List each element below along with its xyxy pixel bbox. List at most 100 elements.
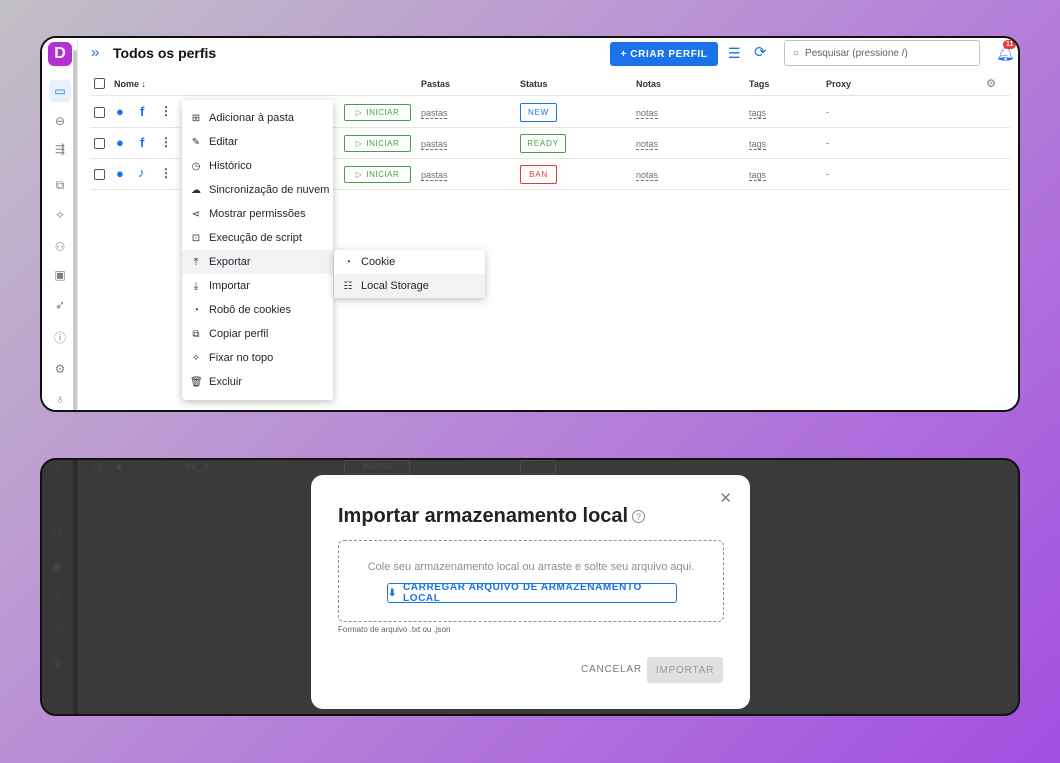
menu-item-cookie-robot[interactable]: ◔ Robô de cookies	[182, 298, 333, 322]
folder-add-icon: ⊞	[191, 112, 201, 124]
edit-icon: ✎	[191, 136, 201, 148]
proxy-cell: -	[826, 138, 829, 148]
expand-sidebar-icon[interactable]: »	[91, 44, 99, 61]
column-notes: Notas	[636, 79, 662, 89]
menu-item-script[interactable]: ⊡ Execução de script	[182, 226, 333, 250]
cookie-icon: ◔	[344, 256, 352, 268]
menu-item-import[interactable]: ⤓ Importar	[182, 274, 333, 298]
notification-badge: 11	[1003, 40, 1017, 49]
start-button[interactable]: ▷ INICIAR	[344, 104, 411, 121]
bulb-icon: ♁	[52, 686, 61, 698]
search-icon: ○	[793, 47, 800, 59]
tags-cell[interactable]: tags	[749, 170, 766, 180]
column-folders: Pastas	[421, 79, 451, 89]
import-icon: ⤓	[193, 280, 199, 292]
notes-cell[interactable]: notas	[636, 139, 658, 149]
start-button[interactable]: ▷ INICIAR	[344, 166, 411, 183]
upload-file-button[interactable]: ⬇ CARREGAR ARQUIVO DE ARMAZENAMENTO LOCA…	[387, 582, 677, 604]
facebook-icon: f	[140, 135, 145, 150]
row-checkbox[interactable]	[94, 169, 105, 180]
cloud-icon: ☁	[191, 184, 201, 196]
submenu-item-local-storage[interactable]: ☷ Local Storage	[334, 274, 485, 298]
sidebar: ✧ ✧ ⚇ ▣ ➶ ⓘ ⚙ ♁	[42, 460, 78, 714]
storage-icon: ☷	[343, 280, 353, 292]
apple-icon: ●	[116, 135, 124, 150]
row-menu-icon[interactable]: ⋮	[160, 135, 172, 149]
share-icon: ⋖	[191, 208, 201, 220]
profiles-window: D ▭ ⊖ ⇶ ⧉ ✧ ⚇ ▣ ➶ ⓘ ⚙ ♁ » Todos os perfi…	[40, 36, 1020, 412]
submenu-item-label: Local Storage	[361, 280, 429, 292]
refresh-icon[interactable]: ⟳	[754, 43, 767, 61]
column-proxy: Proxy	[826, 79, 852, 89]
tags-cell[interactable]: tags	[749, 139, 766, 149]
upload-icon: ⬇	[388, 587, 397, 599]
select-all-checkbox[interactable]	[94, 78, 105, 89]
trash-icon: 🗑︎	[190, 376, 203, 388]
upload-label: CARREGAR ARQUIVO DE ARMAZENAMENTO LOCAL	[402, 582, 642, 604]
search-input[interactable]: ○ Pesquisar (pressione /)	[784, 40, 980, 66]
menu-item-delete[interactable]: 🗑︎ Excluir	[182, 370, 333, 394]
drop-hint: Cole seu armazenamento local ou arraste …	[367, 561, 695, 573]
proxy-icon[interactable]: ⇶	[51, 140, 69, 158]
terminal-icon: ⊡	[191, 232, 201, 244]
export-icon: ⤒	[193, 256, 199, 268]
team-icon[interactable]: ⚇	[51, 238, 69, 256]
import-local-storage-dialog: ✕ Importar armazenamento local ? Cole se…	[311, 475, 750, 709]
status-badge[interactable]: NEW	[520, 103, 557, 122]
menu-item-pin[interactable]: ✧ Fixar no topo	[182, 346, 333, 370]
cancel-button[interactable]: CANCELAR	[581, 664, 642, 675]
extensions-icon[interactable]: ✧	[51, 206, 69, 224]
submenu-item-label: Cookie	[361, 256, 396, 268]
notes-cell[interactable]: notas	[636, 170, 658, 180]
status-badge[interactable]: BAN	[520, 165, 557, 184]
row-checkbox[interactable]	[94, 107, 105, 118]
tags-cell[interactable]: tags	[749, 108, 766, 118]
copy-icon[interactable]: ⧉	[51, 176, 69, 194]
bulb-icon[interactable]: ♁	[51, 390, 69, 408]
play-icon: ▷	[355, 139, 363, 148]
profiles-icon[interactable]: ▭	[49, 80, 71, 102]
settings-icon: ⚙	[52, 657, 62, 669]
help-icon[interactable]: ⓘ	[51, 328, 69, 346]
search-placeholder: Pesquisar (pressione /)	[805, 47, 908, 59]
api-icon[interactable]: ▣	[51, 266, 69, 284]
filter-icon[interactable]: ☰	[728, 45, 741, 62]
create-profile-button[interactable]: + CRIAR PERFIL	[610, 42, 718, 66]
dialog-title: Importar armazenamento local	[338, 505, 629, 527]
menu-item-copy-profile[interactable]: ⧉ Copiar perfil	[182, 322, 333, 346]
status-badge[interactable]: READY	[520, 134, 566, 153]
menu-item-cloud-sync[interactable]: ☁ Sincronização de nuvem	[182, 178, 333, 202]
row-checkbox[interactable]	[94, 138, 105, 149]
format-note: Formato de arquivo .txt ou .json	[338, 625, 451, 634]
folders-cell[interactable]: pastas	[421, 170, 448, 180]
topbar: » Todos os perfis + CRIAR PERFIL ☰ ⟳ ○ P…	[78, 38, 1018, 70]
context-menu: ⊞ Adicionar à pasta ✎ Editar ◷ Histórico ☁ S…	[182, 100, 333, 400]
column-status: Status	[520, 79, 548, 89]
menu-item-export[interactable]: ⤒ Exportar	[182, 250, 333, 274]
folders-cell[interactable]: pastas	[421, 139, 448, 149]
link-icon[interactable]: ⊖	[51, 112, 69, 130]
row-menu-icon[interactable]: ⋮	[160, 104, 172, 118]
close-icon[interactable]: ✕	[719, 489, 732, 507]
start-button: INICIAR	[344, 460, 410, 474]
column-name[interactable]: Nome ↓	[114, 79, 146, 89]
row-menu-icon[interactable]: ⋮	[160, 166, 172, 180]
menu-item-history[interactable]: ◷ Histórico	[182, 154, 333, 178]
import-button[interactable]: IMPORTAR	[647, 657, 723, 683]
notes-cell[interactable]: notas	[636, 108, 658, 118]
menu-item-add-to-folder[interactable]: ⊞ Adicionar à pasta	[182, 106, 333, 130]
rocket-icon[interactable]: ➶	[51, 296, 69, 314]
extensions-icon: ✧	[52, 465, 62, 477]
menu-item-edit[interactable]: ✎ Editar	[182, 130, 333, 154]
menu-item-permissions[interactable]: ⋖ Mostrar permissões	[182, 202, 333, 226]
start-button[interactable]: ▷ INICIAR	[344, 135, 411, 152]
start-label: INICIAR	[366, 139, 400, 148]
sidebar-scrollbar[interactable]	[73, 50, 77, 410]
drop-zone[interactable]: Cole seu armazenamento local ou arraste …	[338, 540, 724, 622]
folders-cell[interactable]: pastas	[421, 108, 448, 118]
help-icon[interactable]: ?	[632, 510, 645, 523]
column-settings-icon[interactable]: ⚙	[986, 77, 996, 90]
copy-icon: ⧉	[192, 328, 200, 340]
submenu-item-cookie[interactable]: ◔ Cookie	[334, 250, 485, 274]
settings-icon[interactable]: ⚙	[51, 360, 69, 378]
